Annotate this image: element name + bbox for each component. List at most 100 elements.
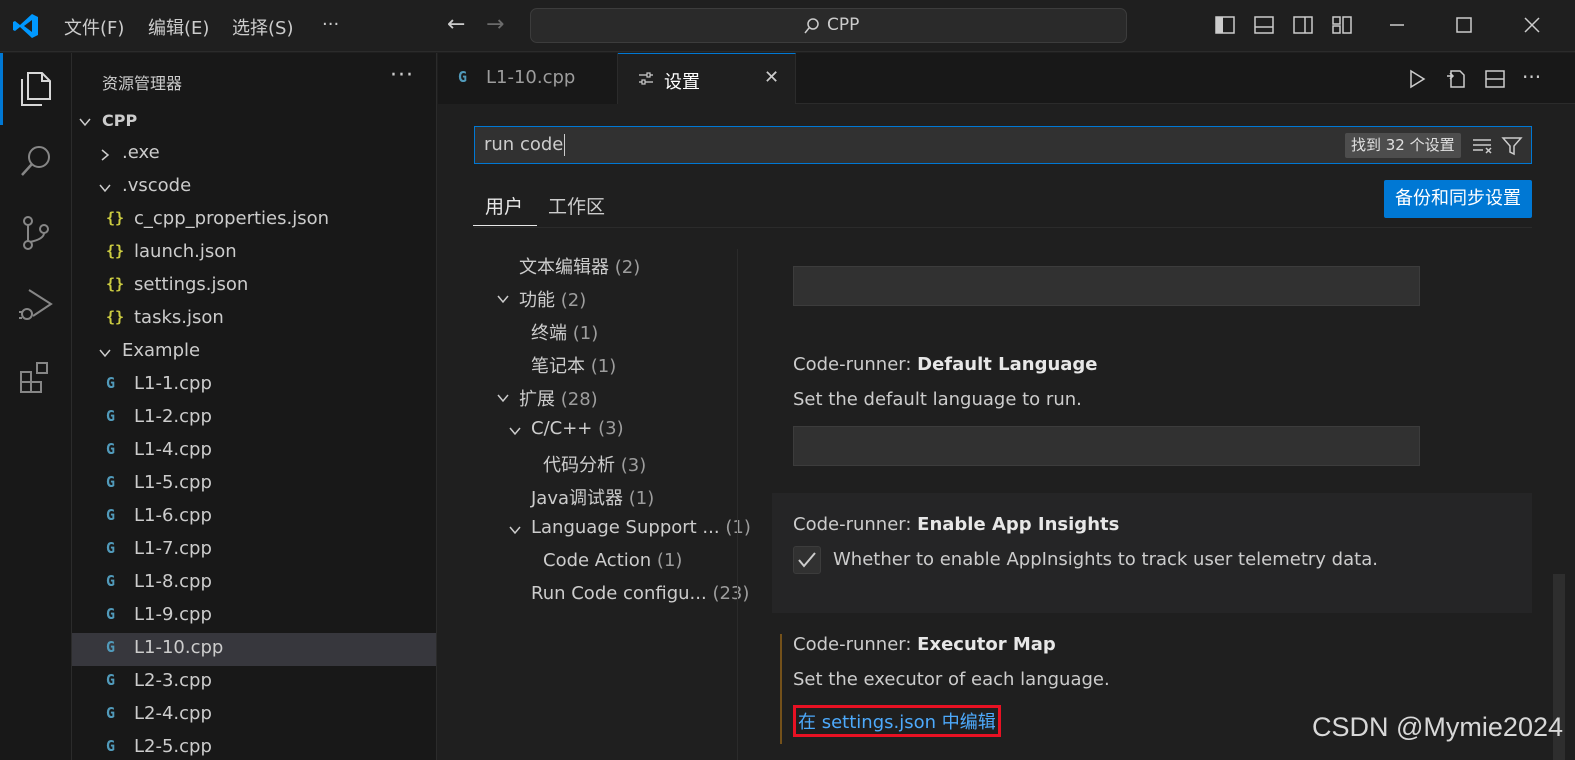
tree-item[interactable]: G L1-2.cpp [72,402,436,435]
menu-file[interactable]: 文件(F) [64,14,124,40]
extensions-activity[interactable] [0,341,72,413]
filter-icon[interactable] [1501,135,1523,157]
editor-tab-bar: G L1-10.cpp 设置 ✕ ··· [438,53,1575,104]
toc-item[interactable]: 终端 (1) [531,319,598,349]
tree-item[interactable]: G L1-10.cpp [72,633,436,666]
customize-layout-icon[interactable] [1331,14,1353,36]
tree-item-label: launch.json [134,241,237,262]
toc-item[interactable]: Run Code configu... (23) [531,583,749,613]
tree-item-label: CPP [102,111,138,130]
tree-item-label: L1-6.cpp [134,505,212,526]
settings-search-input[interactable]: run code 找到 32 个设置 [474,126,1532,164]
chevron-down-icon [509,526,521,535]
close-window-icon[interactable] [1521,14,1543,36]
toc-divider [737,249,738,760]
tree-item[interactable]: G L1-7.cpp [72,534,436,567]
explorer-more-actions[interactable]: ··· [390,63,414,88]
app-insights-checkbox[interactable] [793,546,821,574]
tree-item-label: settings.json [134,274,249,295]
toc-item[interactable]: 笔记本 (1) [531,352,616,382]
menu-selection[interactable]: 选择(S) [232,14,293,40]
split-editor-icon[interactable] [1484,68,1506,90]
cpp-file-icon: G [106,440,116,458]
tree-item[interactable]: G L1-9.cpp [72,600,436,633]
tree-item[interactable]: G L1-8.cpp [72,567,436,600]
results-count-badge: 找到 32 个设置 [1345,133,1461,158]
edit-in-settings-json-link[interactable]: 在 settings.json 中编辑 [793,705,1001,737]
tree-item[interactable]: Example [72,336,436,369]
settings-sliders-icon [639,72,653,85]
cpp-file-icon: G [106,572,116,590]
previous-setting-input[interactable] [793,266,1420,306]
search-activity[interactable] [0,125,72,197]
toc-item[interactable]: Java调试器 (1) [531,484,654,514]
cpp-file-icon: G [458,68,468,86]
modified-indicator [780,634,782,744]
run-icon[interactable] [1406,68,1428,90]
tree-item[interactable]: G L2-3.cpp [72,666,436,699]
tree-item[interactable]: .vscode [72,171,436,204]
tree-item[interactable]: G L1-1.cpp [72,369,436,402]
backup-sync-button[interactable]: 备份和同步设置 [1384,180,1532,218]
toc-item[interactable]: Language Support ... (1) [531,517,751,547]
default-language-input[interactable] [793,426,1420,466]
tree-item[interactable]: {} launch.json [72,237,436,270]
vscode-logo-icon [13,14,38,38]
search-value: run code [484,134,566,156]
cpp-file-icon: G [106,374,116,392]
open-settings-json-icon[interactable] [1445,68,1467,90]
watermark: CSDN @Mymie2024 [1312,712,1563,742]
tree-item-label: .exe [122,142,160,163]
toc-item[interactable]: 功能 (2) [519,286,586,316]
search-icon [804,18,819,34]
back-arrow-icon[interactable]: ← [447,12,465,37]
setting-default-language: Code-runner: Default Language Set the de… [772,334,1532,484]
tree-item[interactable]: {} settings.json [72,270,436,303]
tree-item-label: L1-1.cpp [134,373,212,394]
menu-more[interactable]: ··· [322,14,339,35]
tree-item[interactable]: G L1-4.cpp [72,435,436,468]
tree-item[interactable]: {} c_cpp_properties.json [72,204,436,237]
tree-item[interactable]: G L2-5.cpp [72,732,436,760]
explorer-activity[interactable] [0,53,72,125]
minimize-icon[interactable] [1386,14,1408,36]
clear-filter-list-icon[interactable] [1471,135,1493,157]
tab-settings[interactable]: 设置 ✕ [618,53,796,104]
tree-item[interactable]: G L2-4.cpp [72,699,436,732]
tree-item-label: c_cpp_properties.json [134,208,330,229]
tree-item[interactable]: {} tasks.json [72,303,436,336]
command-center-search[interactable]: CPP [530,8,1127,43]
json-file-icon: {} [106,275,125,293]
tree-item[interactable]: G L1-6.cpp [72,501,436,534]
source-control-activity[interactable] [0,197,72,269]
setting-description: Whether to enable AppInsights to track u… [833,549,1378,570]
chevron-down-icon [497,394,509,403]
toc-item[interactable]: 代码分析 (3) [543,451,646,481]
toggle-primary-sidebar-icon[interactable] [1214,14,1236,36]
toc-item[interactable]: C/C++ (3) [531,418,624,448]
tree-item[interactable]: CPP [72,105,436,138]
maximize-icon[interactable] [1453,14,1475,36]
forward-arrow-icon[interactable]: → [486,12,504,37]
run-debug-activity[interactable] [0,269,72,341]
menu-edit[interactable]: 编辑(E) [148,14,209,40]
tree-item[interactable]: G L1-5.cpp [72,468,436,501]
tab-l1-10-cpp[interactable]: G L1-10.cpp [438,53,618,104]
tab-workspace-settings[interactable]: 工作区 [548,192,605,219]
run-debug-icon [19,289,53,320]
setting-description: Set the executor of each language. [793,669,1110,690]
toggle-panel-icon[interactable] [1253,14,1275,36]
toc-item[interactable]: Code Action (1) [543,550,682,580]
search-text: CPP [827,15,860,35]
close-tab-icon[interactable]: ✕ [764,67,779,88]
settings-editor: run code 找到 32 个设置 用户 工作区 备份和同步设置 文本编辑器 … [438,104,1575,760]
toc-item[interactable]: 扩展 (28) [519,385,598,415]
toggle-secondary-sidebar-icon[interactable] [1292,14,1314,36]
setting-enable-app-insights: Code-runner: Enable App Insights Whether… [772,493,1532,613]
editor-more-actions[interactable]: ··· [1522,65,1541,89]
toc-item[interactable]: 文本编辑器 (2) [519,253,640,283]
cpp-file-icon: G [106,605,116,623]
tree-item[interactable]: .exe [72,138,436,171]
tab-user-settings[interactable]: 用户 [485,192,523,219]
tab-label: L1-10.cpp [486,67,576,88]
